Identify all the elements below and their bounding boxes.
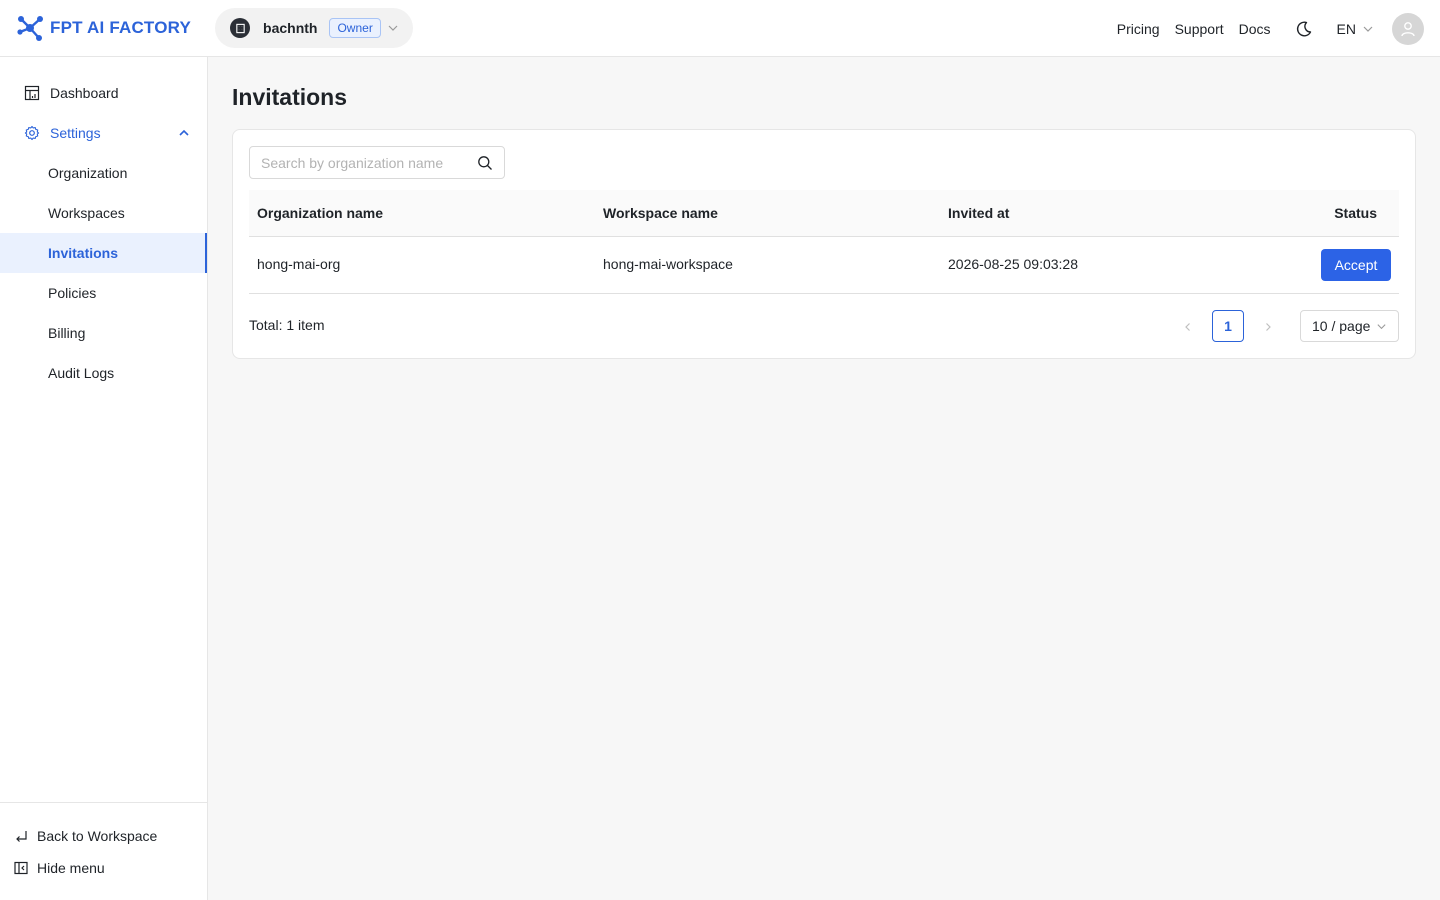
table-row: hong-mai-org hong-mai-workspace 2026-08-… — [249, 237, 1399, 294]
docs-link[interactable]: Docs — [1239, 21, 1271, 37]
column-header-organization: Organization name — [257, 205, 384, 221]
return-arrow-icon — [16, 831, 27, 842]
column-header-status: Status — [1334, 205, 1377, 221]
collapse-menu-icon — [14, 861, 28, 875]
chevron-left-icon — [1185, 323, 1190, 331]
search-icon[interactable] — [477, 155, 493, 171]
sidebar-item-label: Audit Logs — [48, 365, 115, 381]
page-size-select[interactable]: 10 / page — [1300, 310, 1399, 342]
brand-name: FPT AI FACTORY — [50, 18, 192, 37]
workspace-cell: hong-mai-workspace — [603, 256, 733, 272]
building-icon — [235, 23, 245, 33]
sidebar-item-label: Dashboard — [50, 85, 119, 101]
sidebar-item-label: Workspaces — [48, 205, 125, 221]
sidebar-item-workspaces[interactable]: Workspaces — [0, 193, 207, 233]
page-size-value: 10 / page — [1312, 318, 1371, 334]
role-badge: Owner — [329, 18, 381, 38]
sidebar-item-label: Invitations — [48, 245, 119, 261]
sidebar-group-settings[interactable]: Settings — [0, 113, 207, 153]
user-avatar[interactable] — [1392, 12, 1424, 45]
next-page-button[interactable] — [1252, 311, 1284, 343]
accept-button[interactable]: Accept — [1321, 249, 1391, 281]
previous-page-button[interactable] — [1172, 311, 1204, 343]
chevron-down-icon — [388, 25, 398, 31]
molecule-logo-icon — [17, 16, 43, 41]
language-selector[interactable]: EN — [1337, 21, 1374, 37]
sidebar-item-label: Billing — [48, 325, 86, 341]
organization-cell: hong-mai-org — [257, 256, 341, 272]
back-to-workspace-label: Back to Workspace — [37, 828, 158, 844]
column-header-invited-at: Invited at — [948, 205, 1010, 221]
sidebar-item-policies[interactable]: Policies — [0, 273, 207, 313]
chevron-down-icon — [1363, 26, 1373, 32]
dashboard-icon — [24, 85, 40, 101]
sidebar-item-organization[interactable]: Organization — [0, 153, 207, 193]
total-count: Total: 1 item — [249, 317, 325, 333]
hide-menu-button[interactable]: Hide menu — [0, 852, 207, 884]
sidebar-item-label: Settings — [50, 125, 101, 141]
chevron-down-icon — [1377, 324, 1386, 330]
user-icon — [1401, 21, 1415, 36]
organization-switcher[interactable]: bachnth Owner — [215, 8, 414, 48]
brand-logo[interactable]: FPT AI FACTORY — [16, 0, 191, 57]
sidebar-item-label: Policies — [48, 285, 97, 301]
column-header-workspace: Workspace name — [603, 205, 718, 221]
language-label: EN — [1336, 20, 1356, 37]
table-header: Organization name Workspace name Invited… — [249, 190, 1399, 237]
sidebar-item-label: Organization — [48, 165, 128, 181]
hide-menu-label: Hide menu — [37, 860, 105, 876]
page-number-button[interactable]: 1 — [1212, 310, 1244, 342]
top-bar: FPT AI FACTORY bachnth Owner Pricing Sup… — [0, 0, 1440, 57]
search-box — [249, 146, 505, 179]
header-actions: Pricing Support Docs EN — [1117, 0, 1440, 57]
sidebar: Dashboard Settings Organization Workspac… — [0, 57, 208, 900]
organization-avatar — [230, 18, 251, 38]
organization-name: bachnth — [263, 20, 318, 36]
sidebar-item-dashboard[interactable]: Dashboard — [0, 73, 207, 113]
support-link[interactable]: Support — [1175, 21, 1224, 37]
sidebar-item-billing[interactable]: Billing — [0, 313, 207, 353]
chevron-right-icon — [1266, 323, 1271, 331]
search-input[interactable] — [250, 147, 470, 178]
pricing-link[interactable]: Pricing — [1117, 21, 1160, 37]
sidebar-item-invitations[interactable]: Invitations — [0, 233, 207, 273]
moon-icon[interactable] — [1295, 20, 1313, 38]
gear-icon — [24, 125, 40, 141]
back-to-workspace-button[interactable]: Back to Workspace — [0, 820, 207, 852]
invitations-card: Organization name Workspace name Invited… — [232, 129, 1416, 359]
page-title: Invitations — [232, 84, 348, 110]
invited-at-cell: 2026-08-25 09:03:28 — [948, 256, 1078, 272]
sidebar-footer: Back to Workspace Hide menu — [0, 802, 207, 876]
sidebar-item-audit-logs[interactable]: Audit Logs — [0, 353, 207, 393]
chevron-up-icon — [179, 129, 189, 136]
